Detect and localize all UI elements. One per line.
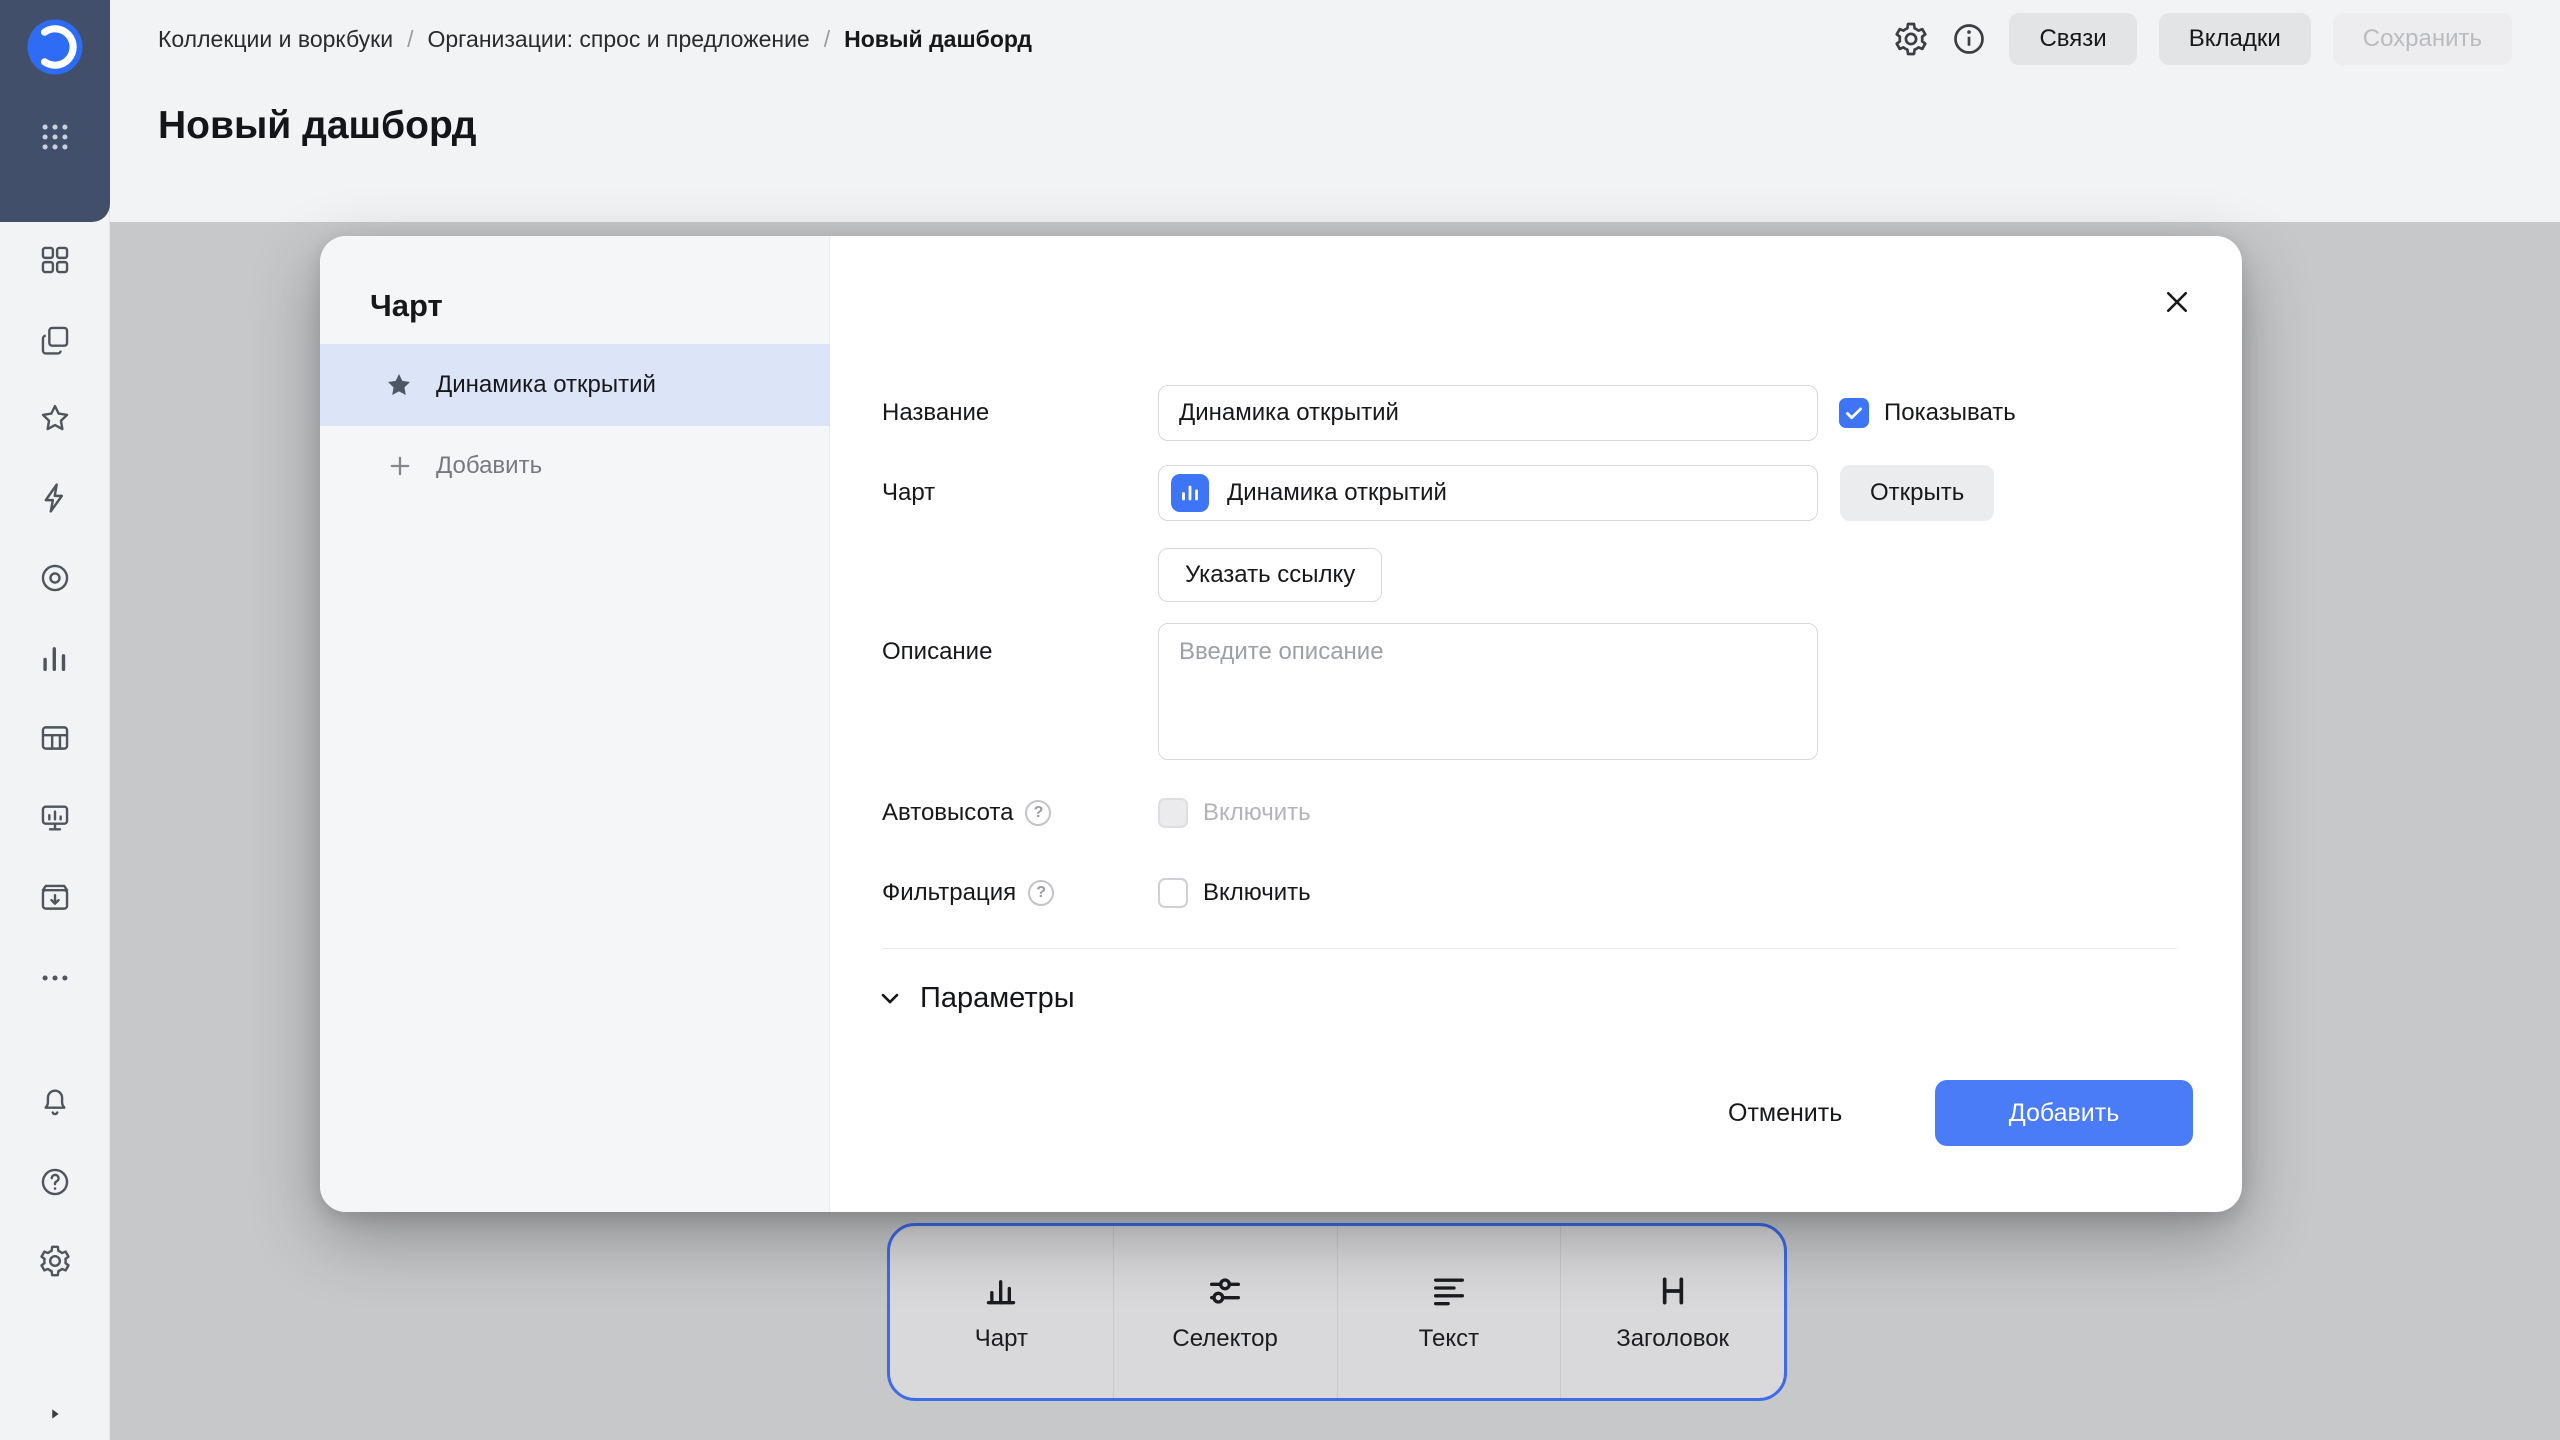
nav-workbooks-icon[interactable] <box>37 322 73 358</box>
text-icon <box>1429 1271 1469 1311</box>
filtering-label: Фильтрация <box>882 879 1054 907</box>
filtering-help-icon[interactable] <box>1028 880 1054 906</box>
add-chart-list-item[interactable]: Добавить <box>320 426 830 506</box>
autoheight-help-icon[interactable] <box>1025 800 1051 826</box>
top-area: Коллекции и воркбуки / Организации: спро… <box>110 0 2560 222</box>
description-textarea[interactable] <box>1158 623 1818 760</box>
app-logo-icon[interactable] <box>22 14 88 80</box>
toolbar-item-heading[interactable]: Заголовок <box>1560 1226 1784 1398</box>
dialog-sidebar: Чарт Динамика открытий Добавить <box>320 236 830 1212</box>
specify-link-button[interactable]: Указать ссылку <box>1158 548 1382 602</box>
apps-grid-icon[interactable] <box>38 120 72 154</box>
settings-gear-icon[interactable] <box>37 1243 73 1279</box>
add-item-label: Добавить <box>436 452 542 480</box>
filtering-checkbox-row[interactable]: Включить <box>1158 878 1311 908</box>
toolbar-item-label: Заголовок <box>1616 1325 1729 1353</box>
chart-type-icon <box>1171 474 1209 512</box>
notifications-bell-icon[interactable] <box>37 1084 73 1120</box>
links-button[interactable]: Связи <box>2009 13 2136 65</box>
filtering-checkbox-label: Включить <box>1203 879 1311 907</box>
nav-charts-icon[interactable] <box>37 640 73 676</box>
dialog-title: Чарт <box>370 288 443 324</box>
chart-list-item-selected[interactable]: Динамика открытий <box>320 344 830 426</box>
save-button[interactable]: Сохранить <box>2333 13 2512 65</box>
breadcrumb-collections[interactable]: Коллекции и воркбуки <box>158 26 393 53</box>
widget-toolbar: Чарт Селектор Текст Заголовок <box>887 1223 1787 1401</box>
nav-tables-icon[interactable] <box>37 720 73 756</box>
autoheight-checkbox[interactable] <box>1158 798 1188 828</box>
autoheight-checkbox-row[interactable]: Включить <box>1158 798 1311 828</box>
section-divider <box>882 948 2177 949</box>
header: Коллекции и воркбуки / Организации: спро… <box>110 0 2560 78</box>
chart-select-field[interactable]: Динамика открытий <box>1158 465 1818 521</box>
toolbar-item-label: Текст <box>1419 1325 1479 1353</box>
star-icon <box>384 370 414 400</box>
breadcrumb-current: Новый дашборд <box>844 26 1032 53</box>
nav-quick-actions-icon[interactable] <box>37 480 73 516</box>
breadcrumb-separator: / <box>407 26 413 53</box>
sidebar-expand-icon[interactable] <box>37 1396 73 1432</box>
show-checkbox[interactable] <box>1839 398 1869 428</box>
breadcrumb-workbook[interactable]: Организации: спрос и предложение <box>427 26 809 53</box>
nav-grid-icon[interactable] <box>37 242 73 278</box>
name-label: Название <box>882 399 989 427</box>
name-input[interactable] <box>1158 385 1818 441</box>
show-checkbox-row[interactable]: Показывать <box>1839 398 2016 428</box>
sidebar-header <box>0 0 110 222</box>
page-title: Новый дашборд <box>158 104 477 148</box>
toolbar-item-text[interactable]: Текст <box>1337 1226 1561 1398</box>
description-label: Описание <box>882 638 992 666</box>
chart-icon <box>981 1271 1021 1311</box>
chart-label: Чарт <box>882 479 935 507</box>
dashboard-settings-gear-icon[interactable] <box>1893 21 1929 57</box>
chart-list-item-label: Динамика открытий <box>436 371 656 399</box>
add-button[interactable]: Добавить <box>1935 1080 2193 1146</box>
nav-storage-icon[interactable] <box>37 880 73 916</box>
sidebar <box>0 0 110 1440</box>
toolbar-item-label: Чарт <box>975 1325 1028 1353</box>
breadcrumb-separator: / <box>824 26 830 53</box>
autoheight-checkbox-label: Включить <box>1203 799 1311 827</box>
toolbar-item-label: Селектор <box>1172 1325 1277 1353</box>
params-section-label: Параметры <box>920 982 1075 1015</box>
show-checkbox-label: Показывать <box>1884 399 2016 427</box>
heading-icon <box>1653 1271 1693 1311</box>
add-chart-dialog: Чарт Динамика открытий Добавить Название… <box>320 236 2242 1212</box>
open-chart-button[interactable]: Открыть <box>1840 465 1994 521</box>
header-actions: Связи Вкладки Сохранить <box>1893 13 2512 65</box>
nav-target-icon[interactable] <box>37 560 73 596</box>
help-icon[interactable] <box>37 1164 73 1200</box>
breadcrumb: Коллекции и воркбуки / Организации: спро… <box>158 26 1032 53</box>
autoheight-label: Автовысота <box>882 799 1051 827</box>
selector-icon <box>1205 1271 1245 1311</box>
chart-field-value: Динамика открытий <box>1227 479 1447 507</box>
toolbar-item-chart[interactable]: Чарт <box>890 1226 1113 1398</box>
filtering-checkbox[interactable] <box>1158 878 1188 908</box>
info-icon[interactable] <box>1951 21 1987 57</box>
toolbar-item-selector[interactable]: Селектор <box>1113 1226 1337 1398</box>
chevron-down-icon <box>876 984 904 1012</box>
cancel-button[interactable]: Отменить <box>1700 1084 1870 1142</box>
nav-more-icon[interactable] <box>37 960 73 996</box>
tabs-button[interactable]: Вкладки <box>2159 13 2311 65</box>
nav-dashboards-icon[interactable] <box>37 800 73 836</box>
params-section-toggle[interactable]: Параметры <box>876 978 1075 1018</box>
plus-icon <box>386 452 414 480</box>
close-icon[interactable] <box>2155 280 2199 324</box>
nav-favorites-icon[interactable] <box>37 400 73 436</box>
